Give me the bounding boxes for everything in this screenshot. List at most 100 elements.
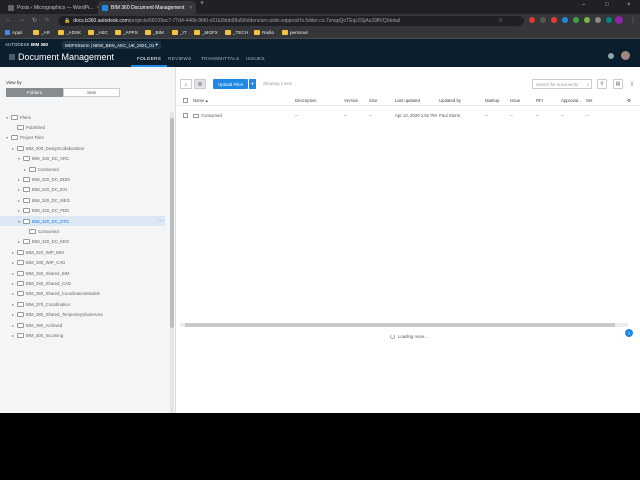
folder-tree-item[interactable]: ▸ BIM_340_Shared_BIM [0,268,69,278]
product-logo[interactable]: AUTODESK BIM 360 [5,42,48,47]
folder-tree-item[interactable]: ▸ BIM_300_Incoming [0,330,63,340]
extension-icon[interactable] [595,17,601,23]
column-version[interactable]: Version [344,98,358,103]
module-grid-icon[interactable] [9,54,15,60]
project-selector[interactable]: MGFXStorm | NEW_BEN_AEC_UK_2021_01 ▾ [62,41,161,49]
gear-icon[interactable] [608,53,614,59]
folder-tree-scrollbar[interactable] [170,112,174,413]
bookmark-ar[interactable]: _AR [33,30,50,35]
back-arrow-icon[interactable]: ← [6,17,12,23]
minimize-button[interactable]: – [582,2,585,8]
bookmark-it[interactable]: _IT [172,30,187,35]
menu-dots-icon[interactable]: ⋮ [630,17,636,24]
column-approval[interactable]: Approval... [561,98,582,103]
folder-tree-item[interactable]: ▸ BIM_390_Archived [0,320,62,330]
star-icon[interactable]: ☆ [498,17,503,24]
folder-tree-item[interactable]: ▾ BIM_320_DC_STG ··· [0,216,165,226]
folder-tree-item[interactable]: Published [0,122,45,132]
new-tab-button[interactable]: + [200,0,204,7]
bookmark-mgfx[interactable]: _MGFX [194,30,218,35]
upload-options-dropdown[interactable]: ▾ [249,79,256,89]
column-last-updated[interactable]: Last updated [395,98,420,103]
column-rfi[interactable]: RFI [536,98,543,103]
module-title[interactable]: Document Management [9,52,114,62]
row-name-cell[interactable]: Consumed [193,113,222,118]
settings-icon[interactable]: ▯ [627,79,637,89]
close-window-button[interactable]: × [627,2,631,8]
column-name[interactable]: Name ▴ [193,98,208,104]
extension-icon[interactable] [551,17,557,23]
address-bar[interactable]: 🔒 docs.b360.autodesk.com /projects/68109… [58,16,524,26]
bookmark-bim[interactable]: _BIM [145,30,164,35]
folder-tree-item[interactable]: ▸ BIM_350_Shared_CoordinationModels [0,289,100,299]
bookmark-radio[interactable]: Radio [254,30,274,35]
filter-icon[interactable]: ⚲ [597,79,607,89]
folders-toggle[interactable]: Folders [6,88,63,97]
select-all-checkbox[interactable] [183,98,188,103]
folder-tree-item[interactable]: ▸ BIM_370_Coordination [0,299,70,309]
bookmark-adsk[interactable]: _ADSK [58,30,81,35]
extension-icon[interactable] [573,17,579,23]
help-chat-button[interactable]: ? [625,329,633,337]
bookmark-apps[interactable]: Apps [5,30,22,35]
scrollbar-thumb[interactable] [170,118,174,328]
folder-tree-item[interactable]: ▸ BIM_340_Shared_CAD [0,278,71,288]
folder-tree-item[interactable]: ▸ BIM_380_Shared_TemporaryShareArea [0,310,103,320]
folder-tree-item[interactable]: ▸ BIM_000_DesignCollaboration [0,143,84,153]
table-row[interactable]: Consumed -- -- -- Apr 13, 2020 1:52 PM P… [177,111,640,121]
column-label: Name [193,98,205,103]
reload-icon[interactable]: ↻ [32,17,37,24]
tab-reviews[interactable]: REVIEWS [168,57,192,62]
browser-tab-bim360[interactable]: BIM 360 Document Management × [98,1,196,14]
folder-tree-item[interactable]: ▸ BIM_320_WIP_BIM [0,247,64,257]
sets-toggle[interactable]: Sets [63,88,120,97]
row-issue: -- [510,113,513,118]
tab-transmittals[interactable]: TRANSMITTALS [201,57,240,62]
tab-issues[interactable]: ISSUES [246,57,265,62]
folder-tree-item[interactable]: ▾ BIM_320_DC_ARC [0,154,69,164]
column-updated-by[interactable]: Updated by [439,98,461,103]
extension-icon[interactable] [584,17,590,23]
forward-arrow-icon[interactable]: → [19,17,25,23]
maximize-button[interactable]: □ [605,2,609,8]
folder-tree-item[interactable]: Consumed [0,226,59,236]
column-markup[interactable]: Markup [485,98,499,103]
bookmark-personal[interactable]: personal [282,30,308,35]
folder-tree-item[interactable]: ▸ Consumed [0,164,59,174]
folder-tree-item[interactable]: ▸ BIM_320_DC_PDD [0,206,69,216]
row-checkbox[interactable] [183,113,188,118]
user-avatar[interactable] [621,51,630,60]
column-size[interactable]: Size [369,98,377,103]
column-set[interactable]: Set [586,98,592,103]
folder-tree-item[interactable]: ▸ BIM_320_DC_EXI [0,185,67,195]
home-icon[interactable]: ⌂ [45,17,49,23]
grid-view-button[interactable]: ▦ [194,79,206,89]
column-description[interactable]: Description [295,98,317,103]
extension-icon[interactable] [540,17,546,23]
profile-avatar[interactable] [615,16,623,24]
bookmark-apps-folder[interactable]: _APPS [115,30,138,35]
extension-icon[interactable] [562,17,568,23]
extension-icon[interactable] [529,17,535,23]
folder-tree-item[interactable]: ▸ BIM_320_DC_KEG [0,237,69,247]
folder-tree-item[interactable]: ▾ Plans [0,112,31,122]
folder-tree-item[interactable]: ▾ Project Files [0,133,44,143]
folder-tree-item[interactable]: ▸ BIM_320_DC_BDM [0,174,70,184]
column-settings-icon[interactable]: ⚙ [627,98,631,104]
upload-files-button[interactable]: Upload Files [213,79,248,89]
extension-icon[interactable] [606,17,612,23]
search-input[interactable]: Search for documents ⌕ [532,79,592,89]
tab-folders[interactable]: FOLDERS [130,57,168,67]
folder-tree-item[interactable]: ▸ BIM_320_DC_MEG [0,195,70,205]
more-options-icon[interactable]: ··· [158,218,163,224]
horizontal-scrollbar[interactable] [180,323,628,327]
bookmark-tech[interactable]: _TECH [225,30,248,35]
list-view-button[interactable]: ≡ [180,79,192,89]
folder-tree-item[interactable]: ▸ BIM_330_WIP_CAD [0,258,65,268]
export-icon[interactable]: ▤ [613,79,623,89]
browser-tab-wordpress[interactable]: Posts ‹ Micrographics — WordPr... × [4,1,98,14]
scrollbar-thumb[interactable] [185,323,615,327]
column-issue[interactable]: Issue [510,98,520,103]
bookmark-aec[interactable]: _AEC [88,30,108,35]
close-tab-icon[interactable]: × [186,5,192,11]
